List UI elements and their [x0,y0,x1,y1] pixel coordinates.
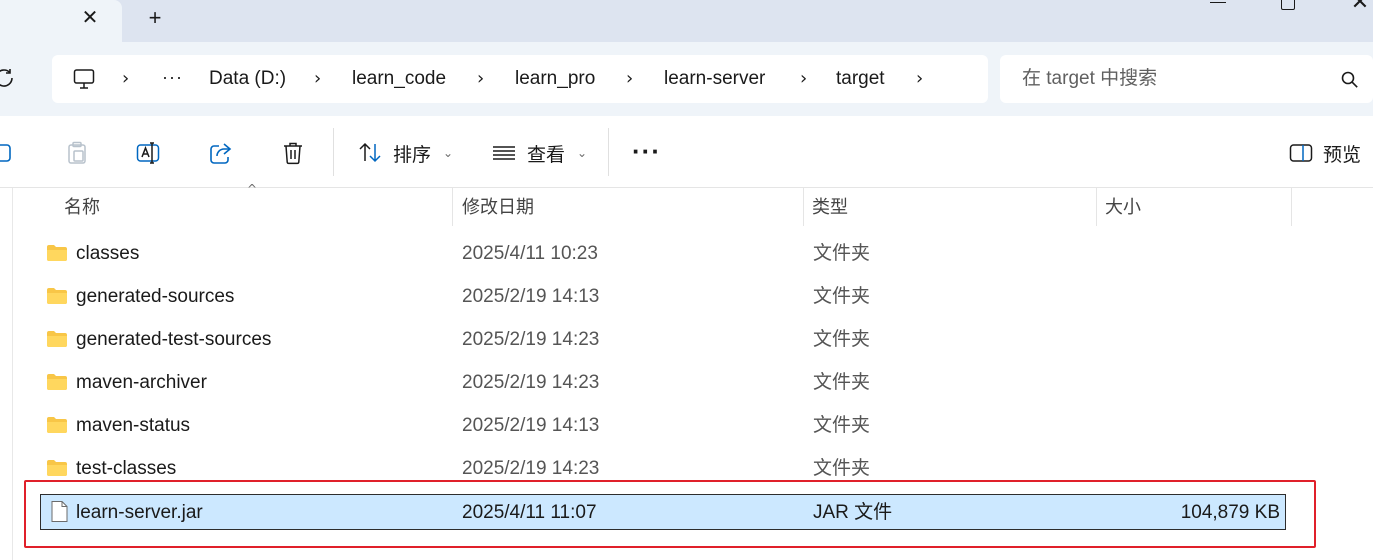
address-row: › ··· Data (D:) › learn_code › learn_pro… [0,42,1373,116]
chevron-down-icon: ⌄ [443,146,454,160]
breadcrumb-learn-server[interactable]: learn-server [664,67,765,91]
breadcrumb-drive[interactable]: Data (D:) [209,67,286,91]
column-header-modified[interactable]: 修改日期 [462,196,534,218]
breadcrumb-separator[interactable]: › [800,67,814,91]
column-header-type[interactable]: 类型 [812,196,848,218]
window-close-icon[interactable]: ✕ [1346,0,1373,16]
command-bar: 排序 ⌄ 查看 ⌄ ··· 预览 [0,116,1373,188]
breadcrumb-overflow[interactable]: ··· [162,65,183,89]
new-tab-button[interactable]: + [142,6,168,32]
minimize-icon[interactable] [1210,2,1226,3]
tab-target[interactable]: ✕ [0,0,122,42]
more-options-button[interactable]: ··· [632,136,661,166]
breadcrumb-separator[interactable]: › [626,67,640,91]
file-type: 文件夹 [813,329,871,350]
file-type: 文件夹 [813,243,871,264]
file-list: ^ 名称 修改日期 类型 大小 classes 2025/4/11 10:23 … [0,182,1373,560]
file-row-generated-test-sources[interactable]: generated-test-sources 2025/2/19 14:23 文… [40,322,1286,358]
file-name: maven-archiver [76,372,207,393]
file-size: 104,879 KB [1180,502,1280,523]
view-icon [493,146,515,160]
sort-ascending-icon: ^ [247,182,258,196]
file-name: test-classes [76,458,177,479]
file-modified: 2025/2/19 14:23 [462,372,600,393]
column-separator[interactable] [803,188,804,226]
sort-icon [359,142,381,163]
folder-icon [47,288,67,304]
column-separator[interactable] [452,188,453,226]
folder-icon [47,374,67,390]
preview-button[interactable]: 预览 [1289,138,1361,168]
search-box[interactable] [1000,55,1373,103]
file-type: 文件夹 [813,458,871,479]
preview-pane-icon [1289,144,1313,162]
toolbar-divider [333,128,334,176]
breadcrumb-target[interactable]: target [836,67,885,91]
view-label: 查看 [527,144,566,166]
search-input[interactable] [1022,67,1322,91]
file-name: generated-sources [76,286,235,307]
share-icon[interactable] [208,140,234,166]
file-row-classes[interactable]: classes 2025/4/11 10:23 文件夹 [40,236,1286,272]
breadcrumb-learn-pro[interactable]: learn_pro [515,67,595,91]
address-bar[interactable]: › ··· Data (D:) › learn_code › learn_pro… [52,55,988,103]
paste-icon[interactable] [64,140,90,166]
file-icon [51,501,68,522]
sort-label: 排序 [393,144,432,166]
file-modified: 2025/2/19 14:13 [462,415,600,436]
file-modified: 2025/2/19 14:13 [462,286,600,307]
file-modified: 2025/2/19 14:23 [462,458,600,479]
breadcrumb-separator[interactable]: › [916,67,930,91]
file-type: 文件夹 [813,372,871,393]
chevron-down-icon: ⌄ [577,146,588,160]
file-name: classes [76,243,140,264]
delete-icon[interactable] [280,140,306,166]
file-name: maven-status [76,415,191,436]
rename-icon[interactable] [135,140,161,166]
file-row-test-classes[interactable]: test-classes 2025/2/19 14:23 文件夹 [40,451,1286,487]
folder-icon [47,245,67,261]
file-type: 文件夹 [813,415,871,436]
file-modified: 2025/2/19 14:23 [462,329,600,350]
preview-label: 预览 [1323,144,1362,166]
column-header-name[interactable]: 名称 [64,196,100,218]
file-type: 文件夹 [813,286,871,307]
sort-button[interactable]: 排序 ⌄ [357,138,453,168]
column-header-row: ^ 名称 修改日期 类型 大小 [0,182,1373,226]
breadcrumb-learn-code[interactable]: learn_code [352,67,446,91]
folder-icon [47,417,67,433]
file-name: learn-server.jar [76,502,203,523]
file-name: generated-test-sources [76,329,272,350]
maximize-icon[interactable] [1281,0,1295,10]
folder-icon [47,331,67,347]
file-modified: 2025/4/11 11:07 [462,502,597,523]
view-button[interactable]: 查看 ⌄ [491,138,587,168]
file-row-maven-status[interactable]: maven-status 2025/2/19 14:13 文件夹 [40,408,1286,444]
file-type: JAR 文件 [813,502,893,523]
copy-icon[interactable] [0,140,14,166]
search-icon[interactable] [1340,70,1360,90]
column-separator[interactable] [1291,188,1292,226]
close-tab-icon[interactable]: ✕ [78,6,102,30]
folder-icon [47,460,67,476]
refresh-icon[interactable] [0,66,16,90]
breadcrumb-separator[interactable]: › [314,67,328,91]
column-header-size[interactable]: 大小 [1105,196,1141,218]
navigation-pane-edge[interactable] [12,188,13,560]
toolbar-divider [608,128,609,176]
file-row-maven-archiver[interactable]: maven-archiver 2025/2/19 14:23 文件夹 [40,365,1286,401]
this-pc-icon[interactable] [72,67,96,91]
file-modified: 2025/4/11 10:23 [462,243,598,264]
title-bar: ✕ + ✕ [0,0,1373,42]
column-separator[interactable] [1096,188,1097,226]
breadcrumb-separator[interactable]: › [122,67,136,91]
file-row-generated-sources[interactable]: generated-sources 2025/2/19 14:13 文件夹 [40,279,1286,315]
file-row-learn-server-jar[interactable]: learn-server.jar 2025/4/11 11:07 JAR 文件 … [40,494,1286,530]
breadcrumb-separator[interactable]: › [477,67,491,91]
